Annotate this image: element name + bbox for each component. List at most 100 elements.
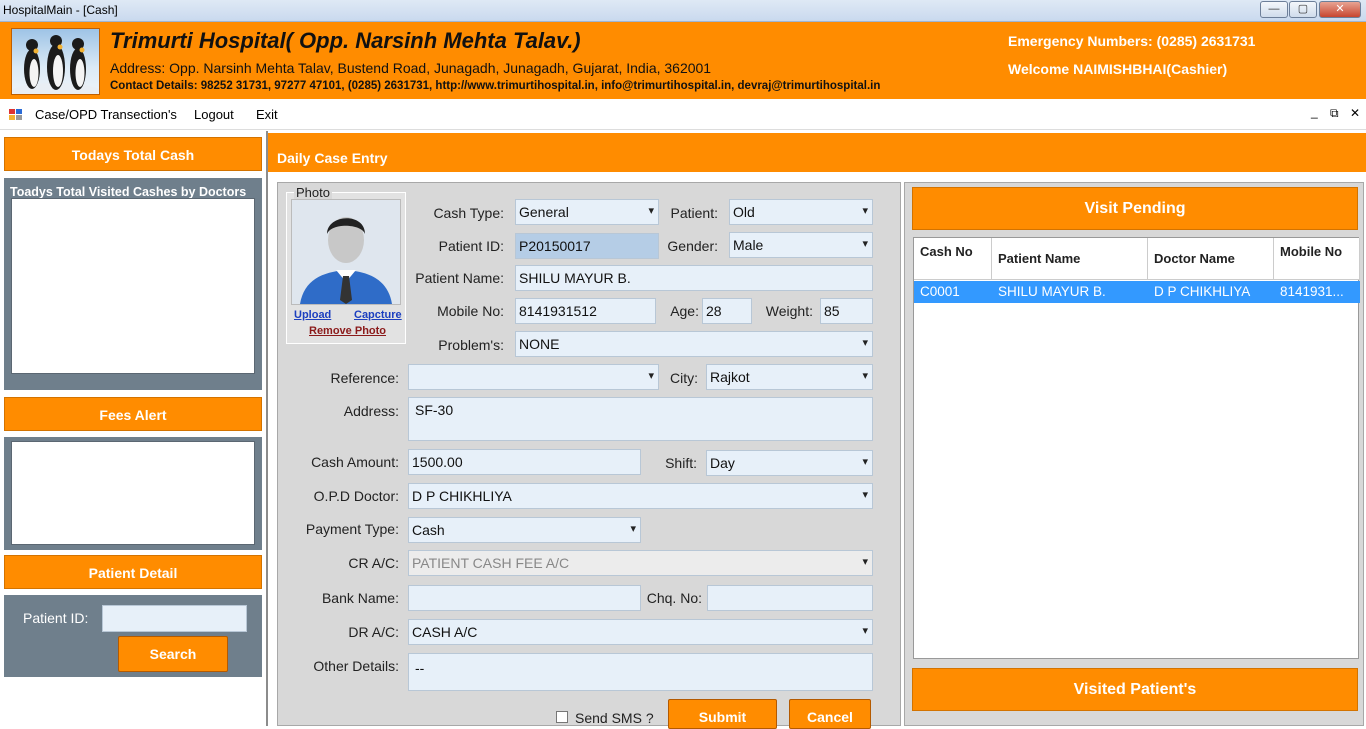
welcome-user: Welcome NAIMISHBHAI(Cashier) (1008, 61, 1228, 77)
patient-name-input[interactable]: SHILU MAYUR B. (515, 265, 873, 291)
visited-patients-header: Visited Patient's (912, 668, 1358, 711)
patient-detail-header: Patient Detail (4, 555, 262, 589)
visited-cashes-list[interactable] (11, 198, 255, 374)
app-icon[interactable] (9, 108, 22, 120)
patient-type-select[interactable]: Old (729, 199, 873, 225)
column-header-cash-no[interactable]: Cash No (914, 238, 992, 280)
menu-logout[interactable]: Logout (194, 107, 234, 122)
mobile-label: Mobile No: (437, 303, 504, 319)
patient-id-search-input[interactable] (102, 605, 247, 632)
gender-label: Gender: (667, 238, 718, 254)
fees-alert-header: Fees Alert (4, 397, 262, 431)
menu-case-opd[interactable]: Case/OPD Transection's (35, 107, 177, 122)
mdi-minimize-button[interactable]: _ (1311, 105, 1318, 119)
mobile-input[interactable]: 8141931512 (515, 298, 656, 324)
dr-ac-label: DR A/C: (348, 624, 399, 640)
weight-label: Weight: (765, 303, 813, 319)
patient-detail-panel: Patient ID: Search (4, 595, 262, 677)
opd-doctor-label: O.P.D Doctor: (313, 488, 399, 504)
table-cell-doctor-name[interactable]: D P CHIKHLIYA (1148, 281, 1274, 303)
reference-select[interactable] (408, 364, 659, 390)
visited-cashes-panel: Toadys Total Visited Cashes by Doctors (4, 178, 262, 390)
cr-ac-label: CR A/C: (348, 555, 399, 571)
send-sms-checkbox[interactable] (556, 711, 568, 723)
patient-id-label: Patient ID: (23, 610, 89, 626)
visit-pending-panel: Visit Pending Cash No Patient Name Docto… (904, 182, 1364, 726)
photo-legend: Photo (294, 185, 332, 200)
reference-label: Reference: (330, 370, 399, 386)
emergency-numbers: Emergency Numbers: (0285) 2631731 (1008, 33, 1256, 49)
minimize-button[interactable]: — (1260, 1, 1288, 18)
patient-id-input[interactable]: P20150017 (515, 233, 659, 259)
mdi-close-button[interactable]: ✕ (1350, 106, 1360, 120)
hospital-contact: Contact Details: 98252 31731, 97277 4710… (110, 80, 881, 92)
weight-input[interactable]: 85 (820, 298, 873, 324)
hospital-logo (11, 28, 100, 95)
bank-name-label: Bank Name: (321, 590, 399, 606)
search-button[interactable]: Search (118, 636, 228, 672)
main-content: Daily Case Entry Photo Upload Capcture R… (268, 131, 1366, 729)
hospital-address: Address: Opp. Narsinh Mehta Talav, Buste… (110, 60, 712, 76)
address-label: Address: (343, 403, 399, 419)
other-details-label: Other Details: (313, 658, 399, 674)
daily-case-entry-title: Daily Case Entry (268, 133, 1366, 172)
city-select[interactable]: Rajkot (706, 364, 873, 390)
cheque-no-input[interactable] (707, 585, 873, 611)
other-details-textarea[interactable]: -- (408, 653, 873, 691)
payment-type-select[interactable]: Cash (408, 517, 641, 543)
hospital-header: Trimurti Hospital( Opp. Narsinh Mehta Ta… (0, 22, 1366, 99)
table-cell-cash-no[interactable]: C0001 (914, 281, 992, 303)
mdi-restore-button[interactable]: ⧉ (1330, 106, 1339, 121)
problems-label: Problem's: (438, 337, 504, 353)
shift-select[interactable]: Day (706, 450, 873, 476)
address-textarea[interactable]: SF-30 (408, 397, 873, 441)
visit-pending-grid[interactable]: Cash No Patient Name Doctor Name Mobile … (913, 237, 1360, 659)
age-label: Age: (670, 303, 699, 319)
column-header-mobile-no[interactable]: Mobile No (1274, 238, 1360, 280)
maximize-button[interactable]: ▢ (1289, 1, 1317, 18)
menu-exit[interactable]: Exit (256, 107, 278, 122)
case-entry-form: Photo Upload Capcture Remove Photo Cash … (277, 182, 901, 729)
visit-pending-header: Visit Pending (912, 187, 1358, 230)
avatar-icon (292, 200, 400, 304)
cash-type-label: Cash Type: (433, 205, 504, 221)
hospital-name: Trimurti Hospital( Opp. Narsinh Mehta Ta… (110, 28, 581, 53)
capture-photo-link[interactable]: Capcture (354, 309, 402, 321)
todays-total-cash-header: Todays Total Cash (4, 137, 262, 171)
cash-type-select[interactable]: General (515, 199, 659, 225)
fees-alert-panel (4, 437, 262, 550)
table-cell-patient-name[interactable]: SHILU MAYUR B. (992, 281, 1148, 303)
opd-doctor-select[interactable]: D P CHIKHLIYA (408, 483, 873, 509)
cash-amount-label: Cash Amount: (311, 454, 399, 470)
remove-photo-link[interactable]: Remove Photo (309, 325, 386, 337)
photo-group: Photo Upload Capcture Remove Photo (286, 185, 406, 344)
window-titlebar: HospitalMain - [Cash] — ▢ ✕ (0, 0, 1366, 22)
upload-photo-link[interactable]: Upload (294, 309, 331, 321)
shift-label: Shift: (665, 455, 697, 471)
submit-button[interactable]: Submit (668, 699, 777, 729)
patient-id-label: Patient ID: (438, 238, 504, 254)
problems-select[interactable]: NONE (515, 331, 873, 357)
age-input[interactable]: 28 (702, 298, 752, 324)
column-header-doctor-name[interactable]: Doctor Name (1148, 238, 1274, 280)
payment-type-label: Payment Type: (305, 521, 399, 537)
table-cell-mobile-no[interactable]: 8141931... (1274, 281, 1360, 303)
window-title: HospitalMain - [Cash] (3, 3, 118, 17)
cash-amount-input[interactable]: 1500.00 (408, 449, 641, 475)
gender-select[interactable]: Male (729, 232, 873, 258)
bank-name-input[interactable] (408, 585, 641, 611)
close-window-button[interactable]: ✕ (1319, 1, 1361, 18)
send-sms-label: Send SMS ? (575, 710, 654, 726)
left-sidebar: Todays Total Cash Toadys Total Visited C… (0, 131, 268, 726)
patient-type-label: Patient: (670, 205, 718, 221)
visited-cashes-title: Toadys Total Visited Cashes by Doctors (10, 185, 247, 199)
dr-ac-select[interactable]: CASH A/C (408, 619, 873, 645)
city-label: City: (670, 370, 698, 386)
fees-alert-list[interactable] (11, 441, 255, 545)
column-header-patient-name[interactable]: Patient Name (992, 238, 1148, 280)
patient-name-label: Patient Name: (415, 270, 504, 286)
menu-bar: Case/OPD Transection's Logout Exit _ ⧉ ✕ (0, 99, 1366, 130)
cancel-button[interactable]: Cancel (789, 699, 871, 729)
cheque-no-label: Chq. No: (646, 590, 702, 606)
patient-photo (291, 199, 401, 305)
